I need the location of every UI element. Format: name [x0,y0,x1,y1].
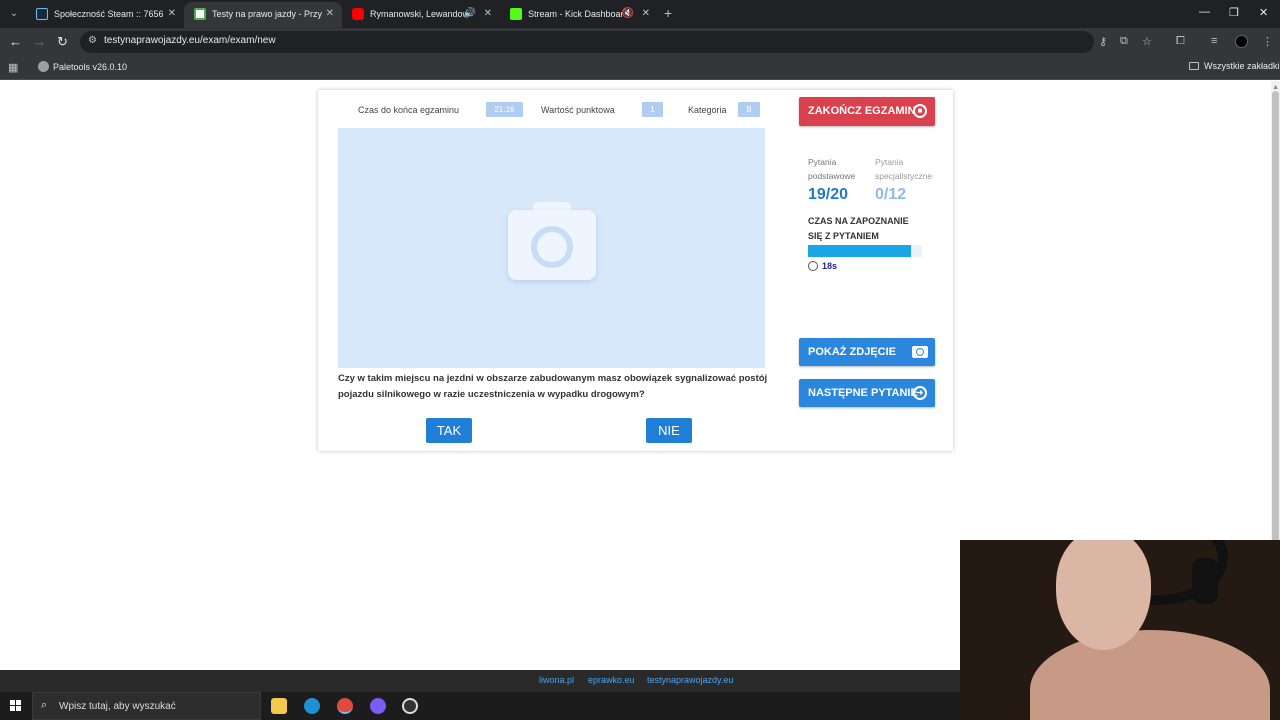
read-time-progress [808,245,922,257]
time-left-label: Czas do końca egzaminu [358,105,460,115]
scroll-up-arrow[interactable]: ▲ [1272,84,1279,91]
taskbar-search[interactable]: ⌕ Wpisz tutaj, aby wyszukać [32,692,261,720]
footer-link-testy[interactable]: testynaprawojazdy.eu [647,675,733,685]
next-question-label: NASTĘPNE PYTANIE [808,387,918,399]
category-badge: B [738,102,760,117]
edge-icon[interactable] [304,698,320,714]
answer-yes-button[interactable]: TAK [426,418,472,443]
install-app-icon[interactable]: ⧉ [1120,35,1128,48]
site-info-icon[interactable]: ⚙ [88,35,97,46]
extensions-icon[interactable]: ⧠ [1176,35,1185,48]
basic-questions-label: Pytania podstawowe [808,155,855,183]
profile-avatar[interactable] [1235,35,1248,48]
read-time-line2: SIĘ Z PYTANIEM [808,231,879,241]
menu-icon[interactable]: ⋮ [1262,35,1273,48]
all-bookmarks-label: Wszystkie zakładki [1204,61,1280,71]
tab-youtube[interactable]: Rymanowski, Lewandowski 🔊 ✕ [342,2,500,28]
tab-label: Społeczność Steam :: 76561198 [54,9,164,19]
countdown-timer: 18s [808,261,837,271]
new-tab-button[interactable]: + [664,4,672,22]
read-time-progress-fill [808,245,911,257]
close-icon[interactable]: ✕ [326,2,334,26]
camera-icon [912,346,928,358]
close-icon[interactable]: ✕ [642,2,650,26]
tab-label: Rymanowski, Lewandowski [370,9,466,19]
taskbar-search-placeholder: Wpisz tutaj, aby wyszukać [59,701,176,712]
read-time-label: CZAS NA ZAPOZNANIE SIĘ Z PYTANIEM [808,214,928,244]
obs-icon[interactable] [370,698,386,714]
time-left-badge: 21:16 [486,102,523,117]
kick-icon [510,8,522,20]
timer-value: 18s [822,261,838,271]
next-question-button[interactable]: NASTĘPNE PYTANIE ➜ [799,379,935,407]
minimize-button[interactable]: — [1199,6,1210,18]
folder-icon [1189,62,1199,70]
file-explorer-icon[interactable] [271,698,287,714]
webcam-overlay [960,540,1280,720]
apps-grid-icon[interactable]: ▦ [8,61,18,74]
bookmark-paletools[interactable]: Paletools v26.0.10 [38,61,127,72]
answer-no-button[interactable]: NIE [646,418,692,443]
footer-link-liwona[interactable]: liwona.pl [539,675,574,685]
points-label: Wartość punktowa [541,105,615,115]
muted-icon[interactable]: 🔇 [622,2,634,26]
bookmark-star-icon[interactable]: ☆ [1142,35,1152,48]
all-bookmarks-button[interactable]: Wszystkie zakładki [1189,61,1280,71]
close-icon[interactable]: ✕ [484,2,492,26]
end-exam-button[interactable]: ZAKOŃCZ EGZAMIN ■ [799,97,935,126]
special-questions-label: Pytania specjalistyczne [875,155,932,183]
read-time-line1: CZAS NA ZAPOZNANIE [808,216,909,226]
app-icon[interactable] [402,698,418,714]
tab-exam[interactable]: Testy na prawo jazdy - Przygotu ✕ [184,2,342,28]
special-label-line2: specjalistyczne [875,171,933,181]
basic-label-line1: Pytania [808,157,837,167]
stop-circle-icon: ■ [913,104,927,118]
basic-label-line2: podstawowe [808,171,856,181]
end-exam-label: ZAKOŃCZ EGZAMIN [808,105,916,117]
tab-label: Testy na prawo jazdy - Przygotu [212,9,322,19]
question-text: Czy w takim miejscu na jezdni w obszarze… [338,373,768,400]
tab-bar: ⌄ Społeczność Steam :: 76561198 ✕ Testy … [0,0,1280,28]
speaker-icon[interactable]: 🔊 [464,2,476,26]
arrow-right-circle-icon: ➜ [913,386,927,400]
password-key-icon[interactable]: ⚷ [1099,35,1107,48]
points-badge: 1 [642,102,663,117]
clock-icon [808,261,818,271]
address-bar[interactable]: ⚙ testynaprawojazdy.eu/exam/exam/new [80,31,1094,53]
show-photo-button[interactable]: POKAŻ ZDJĘCIE [799,338,935,366]
reload-button[interactable]: ↻ [57,34,68,50]
special-questions-count: 0/12 [875,186,907,203]
tab-kick[interactable]: Stream - Kick Dashboard 🔇 ✕ [500,2,658,28]
bookmarks-bar: ▦ Paletools v26.0.10 Wszystkie zakładki [0,56,1280,80]
restore-button[interactable]: ❐ [1229,6,1239,19]
webcam-body [1030,630,1270,720]
tab-label: Stream - Kick Dashboard [528,9,628,19]
url-text[interactable]: testynaprawojazdy.eu/exam/exam/new [104,35,276,46]
footer-link-eprawko[interactable]: eprawko.eu [588,675,635,685]
bookmark-label: Paletools v26.0.10 [53,62,128,72]
close-window-button[interactable]: ✕ [1259,6,1268,19]
search-icon: ⌕ [41,699,48,711]
back-button[interactable]: ← [9,34,22,50]
site-favicon [194,8,206,20]
media-control-icon[interactable]: ≡ [1211,35,1217,47]
youtube-icon [352,8,364,20]
chrome-icon[interactable] [337,698,353,714]
browser-toolbar: ← → ↻ ⚙ testynaprawojazdy.eu/exam/exam/n… [0,28,1280,56]
camera-lens-icon [531,226,573,268]
forward-button[interactable]: → [33,34,46,50]
show-photo-label: POKAŻ ZDJĘCIE [808,346,897,358]
special-label-line1: Pytania [875,157,904,167]
windows-start-icon[interactable] [10,700,22,712]
close-icon[interactable]: ✕ [168,2,176,26]
category-label: Kategoria [688,105,727,115]
tab-steam[interactable]: Społeczność Steam :: 76561198 ✕ [26,2,184,28]
basic-questions-count: 19/20 [808,186,849,203]
steam-icon [36,8,48,20]
headphone-earcup [1192,558,1218,604]
tab-search-icon[interactable]: ⌄ [6,6,22,22]
globe-icon [38,61,49,72]
